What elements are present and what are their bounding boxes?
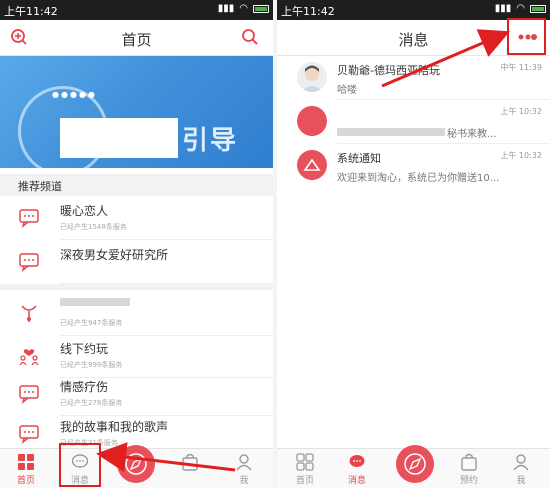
tab-label: 消息	[347, 476, 366, 486]
system-notice-icon	[303, 158, 321, 171]
chat-bubble-icon	[19, 253, 39, 272]
message-name: 贝勒爺-德玛西亚陪玩	[337, 64, 440, 77]
section-title: 推荐频道	[0, 174, 273, 196]
channel-sub: 已经产生947条服务	[60, 319, 123, 327]
tab-label: 首页	[16, 476, 35, 486]
home-screen: 上午11:42 ▮▮▮ ◠ 首页 ●●●●● 引导 推荐频道 暖心恋人 已经产生…	[0, 0, 273, 488]
channel-sub: 已经产生999条服务	[60, 361, 123, 369]
message-preview: 秘书来教...	[447, 129, 497, 140]
grid-icon	[296, 453, 314, 471]
tab-appointment[interactable]	[170, 453, 210, 473]
tab-appointment[interactable]: 预约	[449, 453, 489, 486]
search-icon[interactable]	[241, 28, 259, 46]
battery-icon	[253, 4, 269, 13]
user-icon	[513, 454, 529, 471]
channel-title: 线下约玩	[60, 342, 109, 356]
chat-bubble-icon	[19, 385, 39, 404]
status-time: 上午11:42	[281, 5, 335, 18]
channel-item[interactable]: 情感疗伤 已经产生278条服务	[0, 372, 273, 416]
tab-profile[interactable]: 我	[224, 453, 264, 486]
signal-icon: ▮▮▮	[217, 3, 235, 14]
compass-icon	[125, 453, 147, 475]
message-item[interactable]: 秘书来教... 上午 10:32	[277, 100, 550, 144]
tab-label: 我	[516, 476, 526, 486]
chat-bubble-icon	[19, 209, 39, 228]
channel-sub: 已经产生278条服务	[60, 399, 123, 407]
message-item[interactable]: 系统通知 欢迎来到淘心，系统已为你赠送10... 上午 10:32	[277, 144, 550, 188]
message-name: 系统通知	[337, 152, 381, 165]
cupid-icon	[21, 305, 37, 322]
chat-icon	[349, 455, 365, 467]
channel-item[interactable]: 暖心恋人 已经产生1548条服务	[0, 196, 273, 240]
couple-icon	[19, 349, 39, 366]
tab-home[interactable]: 首页	[285, 453, 325, 486]
status-bar: 上午11:42 ▮▮▮ ◠	[277, 0, 550, 20]
tab-bar: 首页 消息 我	[0, 445, 273, 488]
tab-label: 我	[239, 476, 249, 486]
banner-redaction	[60, 118, 178, 158]
channel-title: 深夜男女爱好研究所	[60, 248, 169, 262]
bag-icon	[182, 453, 198, 471]
tab-label: 首页	[295, 476, 314, 486]
message-time: 中午 11:39	[500, 63, 542, 72]
message-time: 上午 10:32	[500, 151, 542, 160]
user-icon	[236, 454, 252, 471]
redacted-title	[60, 298, 130, 306]
channel-item[interactable]: 深夜男女爱好研究所	[0, 240, 273, 284]
battery-icon	[530, 4, 546, 13]
banner-text: 引导	[182, 126, 239, 156]
tab-center-button[interactable]	[396, 445, 434, 483]
message-item[interactable]: 贝勒爺-德玛西亚陪玩 哈喽 中午 11:39	[277, 56, 550, 100]
signal-icon: ▮▮▮	[494, 3, 512, 14]
status-time: 上午11:42	[4, 5, 58, 18]
wifi-icon: ◠	[239, 3, 248, 14]
page-title: 首页	[121, 31, 152, 49]
channel-item[interactable]: 已经产生947条服务	[0, 292, 273, 336]
channel-title: 我的故事和我的歌声	[60, 420, 169, 434]
highlight-box	[59, 443, 101, 487]
tab-label: 预约	[459, 476, 478, 486]
tab-home[interactable]: 首页	[6, 453, 46, 486]
avatar	[297, 106, 327, 136]
highlight-box	[507, 18, 546, 55]
compass-icon	[404, 453, 426, 475]
channel-sub: 已经产生1548条服务	[60, 223, 127, 231]
messages-screen: 上午11:42 ▮▮▮ ◠ 消息 贝勒爺-德玛西亚陪玩 哈喽 中午 11:39 …	[277, 0, 550, 488]
chat-bubble-icon	[19, 425, 39, 444]
channel-title: 暖心恋人	[60, 204, 109, 218]
redacted-name	[337, 128, 445, 136]
banner[interactable]: ●●●●● 引导	[0, 56, 273, 168]
person-photo	[301, 65, 323, 92]
bag-icon	[461, 453, 477, 471]
tab-profile[interactable]: 我	[501, 453, 541, 486]
status-icons: ▮▮▮ ◠	[495, 3, 546, 14]
message-preview: 哈喽	[337, 85, 357, 96]
tab-center-button[interactable]	[117, 445, 155, 483]
wifi-icon: ◠	[516, 3, 525, 14]
channel-title: 情感疗伤	[60, 380, 109, 394]
status-bar: 上午11:42 ▮▮▮ ◠	[0, 0, 273, 20]
home-navbar: 首页	[0, 20, 273, 56]
avatar	[297, 150, 327, 180]
banner-dots: ●●●●●	[52, 90, 97, 99]
grid-icon	[18, 454, 34, 470]
section-gap	[0, 284, 273, 290]
avatar	[297, 62, 327, 92]
message-preview: 欢迎来到淘心，系统已为你赠送10...	[337, 173, 500, 184]
message-time: 上午 10:32	[500, 107, 542, 116]
tab-messages[interactable]: 消息	[337, 453, 377, 486]
tab-bar: 首页 消息 预约 我	[277, 445, 550, 488]
status-icons: ▮▮▮ ◠	[218, 3, 269, 14]
